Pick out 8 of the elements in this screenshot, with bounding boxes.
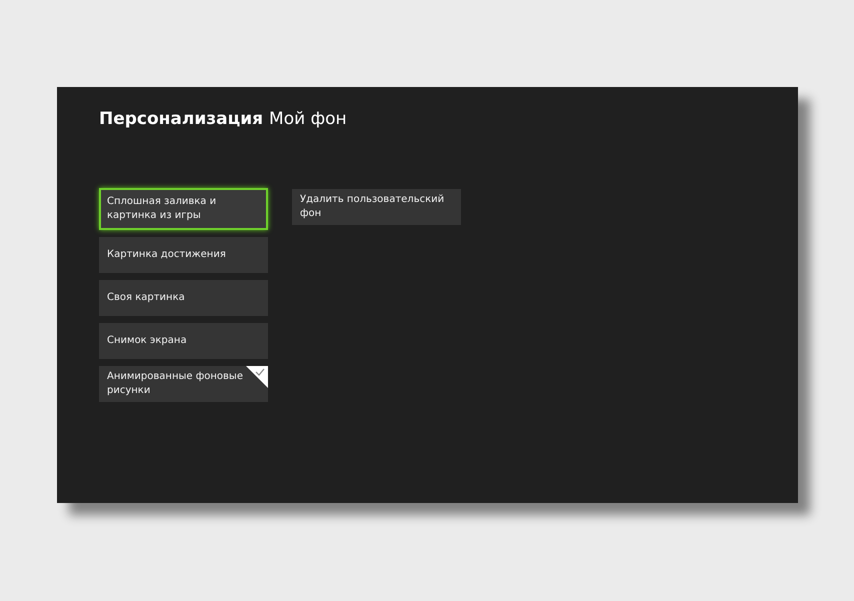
option-button[interactable]: Снимок экрана xyxy=(99,323,268,359)
option-button[interactable]: Своя картинка xyxy=(99,280,268,316)
option-button[interactable]: Анимированные фоновые рисунки xyxy=(99,366,268,402)
option-button[interactable]: Картинка достижения xyxy=(99,237,268,273)
remove-background-button[interactable]: Удалить пользовательский фон xyxy=(292,189,461,225)
page-title: Мой фон xyxy=(269,109,347,129)
option-button[interactable]: Сплошная заливка и картинка из игры xyxy=(99,188,268,230)
section-title: Персонализация xyxy=(99,109,264,129)
